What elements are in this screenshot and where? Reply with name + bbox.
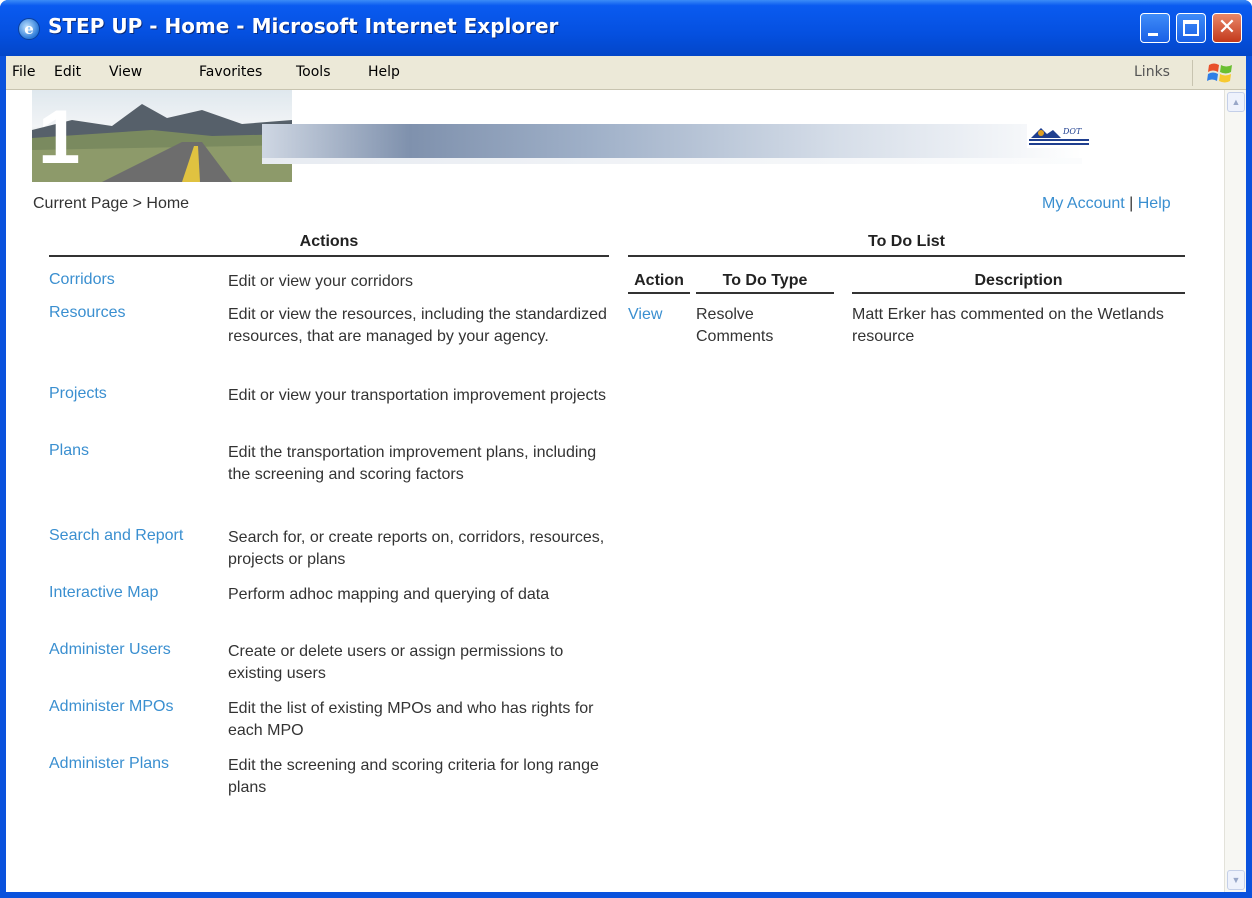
actions-title: Actions [299, 233, 359, 250]
action-administer-mpos-link[interactable]: Administer MPOs [49, 698, 173, 716]
title-bar[interactable]: e STEP UP - Home - Microsoft Internet Ex… [0, 0, 1252, 56]
action-corridors-link[interactable]: Corridors [49, 271, 115, 289]
toolbar-separator [1192, 60, 1193, 86]
menu-view[interactable]: View [109, 64, 142, 80]
action-projects-link[interactable]: Projects [49, 385, 107, 403]
breadcrumb: Current Page > Home [33, 195, 190, 212]
maximize-button[interactable] [1176, 13, 1206, 43]
action-plans-link[interactable]: Plans [49, 442, 89, 460]
close-button[interactable]: ✕ [1212, 13, 1242, 43]
header-banner: 1 DOT [32, 90, 1132, 182]
action-administer-plans-link[interactable]: Administer Plans [49, 755, 169, 773]
help-link[interactable]: Help [1138, 195, 1171, 212]
action-interactive-map-desc: Perform adhoc mapping and querying of da… [228, 586, 550, 603]
windows-logo-icon [1207, 63, 1232, 83]
action-plans-desc: Edit the transportation improvement plan… [228, 444, 597, 483]
todo-row-type: Resolve Comments [696, 306, 774, 345]
action-administer-mpos-desc: Edit the list of existing MPOs and who h… [228, 700, 594, 739]
banner-stripe [262, 124, 1082, 158]
todo-col-action: Action [634, 272, 684, 289]
todo-col-description: Description [974, 272, 1063, 289]
menu-favorites[interactable]: Favorites [199, 64, 262, 80]
scroll-up-icon[interactable]: ▲ [1227, 92, 1245, 112]
ie-icon: e [18, 18, 40, 40]
window-title: STEP UP - Home - Microsoft Internet Expl… [48, 14, 559, 38]
links-toolbar[interactable]: Links [1134, 64, 1170, 80]
banner-stripe-lower [262, 158, 1082, 164]
account-separator: | [1124, 195, 1138, 212]
todo-row-view-link[interactable]: View [628, 304, 662, 326]
action-search-report-desc: Search for, or create reports on, corrid… [228, 529, 605, 568]
menu-tools[interactable]: Tools [296, 64, 331, 80]
todo-col-description-rule [852, 292, 1185, 294]
maximize-icon [1183, 20, 1199, 36]
dot-logo-icon: DOT [1027, 122, 1091, 148]
action-administer-users-link[interactable]: Administer Users [49, 641, 171, 659]
todo-row-description: Matt Erker has commented on the Wetlands… [852, 306, 1164, 345]
action-search-report-link[interactable]: Search and Report [49, 527, 183, 545]
page-viewport: 1 DOT Current Page > Home My Account | H… [6, 90, 1246, 892]
menu-file[interactable]: File [12, 64, 35, 80]
minimize-button[interactable] [1140, 13, 1170, 43]
action-projects-desc: Edit or view your transportation improve… [228, 387, 606, 404]
todo-col-action-rule [628, 292, 690, 294]
actions-divider [49, 255, 609, 257]
action-resources-link[interactable]: Resources [49, 304, 125, 322]
todo-title: To Do List [867, 233, 946, 250]
account-links: My Account | Help [1042, 195, 1171, 213]
menu-bar: File Edit View Favorites Tools Help Link… [6, 56, 1246, 90]
browser-window: e STEP UP - Home - Microsoft Internet Ex… [0, 0, 1252, 898]
action-administer-users-desc: Create or delete users or assign permiss… [228, 643, 564, 682]
minimize-icon [1148, 33, 1158, 36]
action-corridors-desc: Edit or view your corridors [228, 273, 413, 290]
todo-divider [628, 255, 1185, 257]
my-account-link[interactable]: My Account [1042, 195, 1125, 212]
banner-number: 1 [38, 95, 81, 180]
vertical-scrollbar[interactable]: ▲ ▼ [1224, 90, 1246, 892]
action-interactive-map-link[interactable]: Interactive Map [49, 584, 158, 602]
scroll-down-icon[interactable]: ▼ [1227, 870, 1245, 890]
menu-help[interactable]: Help [368, 64, 400, 80]
action-resources-desc: Edit or view the resources, including th… [228, 306, 607, 345]
todo-col-type-rule [696, 292, 834, 294]
logo-text: DOT [1062, 127, 1082, 136]
menu-edit[interactable]: Edit [54, 64, 81, 80]
close-icon: ✕ [1217, 15, 1237, 40]
todo-col-type: To Do Type [722, 272, 808, 289]
action-administer-plans-desc: Edit the screening and scoring criteria … [228, 757, 599, 796]
